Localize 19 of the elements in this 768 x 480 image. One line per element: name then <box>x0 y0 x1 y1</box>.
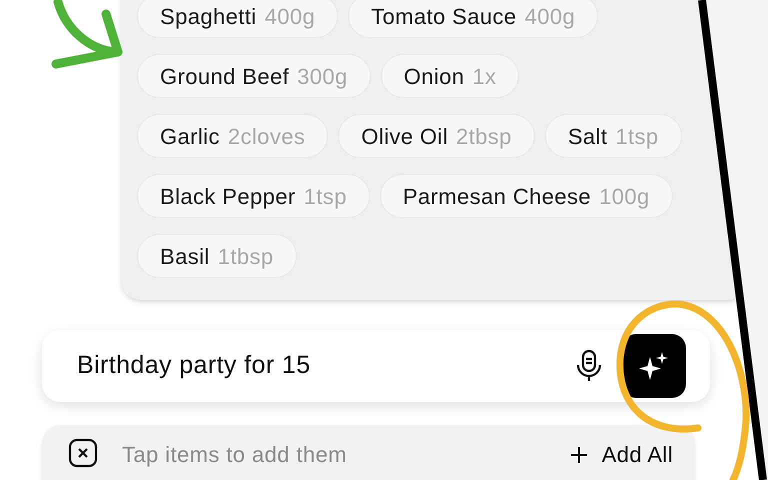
ingredient-chip[interactable]: Tomato Sauce 400g <box>348 0 598 38</box>
prompt-field[interactable]: Birthday party for 15 <box>42 330 710 402</box>
ingredient-chip[interactable]: Parmesan Cheese 100g <box>380 174 673 218</box>
microphone-icon[interactable] <box>576 349 602 383</box>
ingredient-chip[interactable]: Spaghetti 400g <box>137 0 338 38</box>
prompt-text: Birthday party for 15 <box>77 350 312 382</box>
ingredient-chip[interactable]: Ground Beef 300g <box>137 54 371 98</box>
sparkle-icon <box>638 351 670 381</box>
ingredient-chip[interactable]: Onion 1x <box>380 54 520 98</box>
ingredient-chip[interactable]: Olive Oil 2tbsp <box>338 114 535 158</box>
add-all-button[interactable]: Add All <box>570 438 673 471</box>
ingredient-chip[interactable]: Basil 1tbsp <box>137 234 297 278</box>
ingredient-chip[interactable]: Garlic 2cloves <box>137 114 328 158</box>
sparkle-button[interactable] <box>622 334 686 398</box>
hint-text: Tap items to add them <box>122 441 348 469</box>
plus-icon <box>570 446 588 464</box>
ingredient-chip[interactable]: Salt 1tsp <box>544 114 682 158</box>
close-icon[interactable] <box>68 438 98 468</box>
ingredient-chip[interactable]: Black Pepper 1tsp <box>137 174 370 218</box>
